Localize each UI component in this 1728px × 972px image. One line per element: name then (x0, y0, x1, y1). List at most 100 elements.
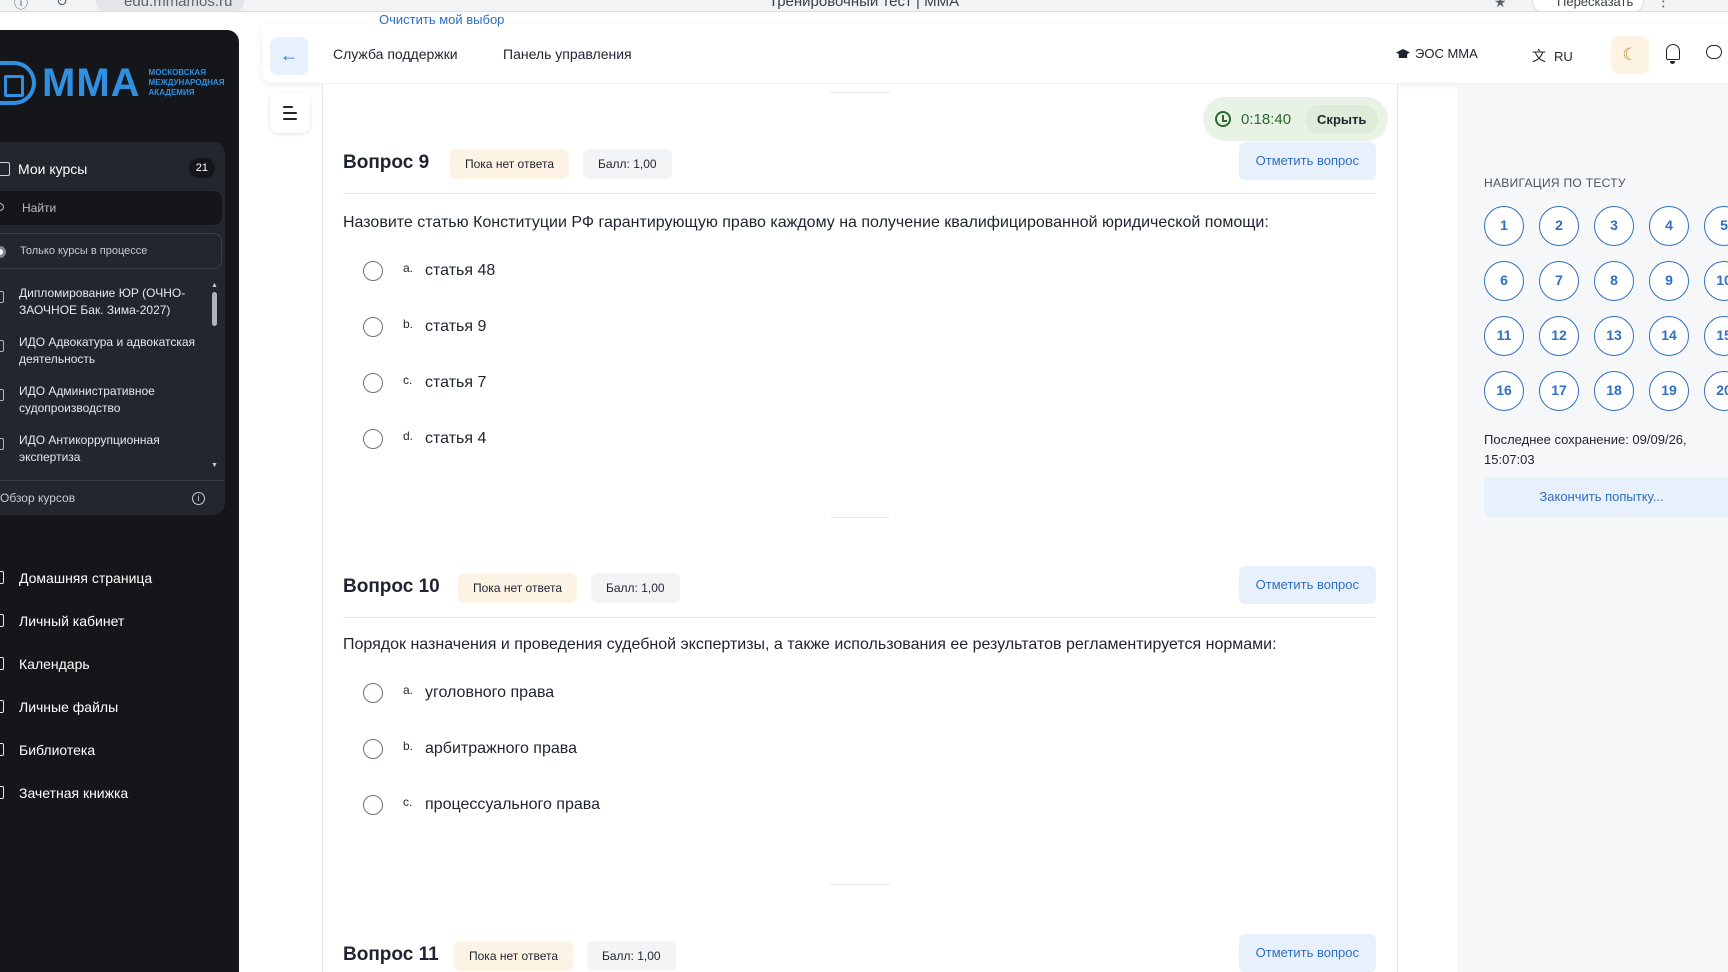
file-icon (0, 700, 4, 713)
radio-button[interactable] (363, 373, 383, 393)
in-progress-label: Только курсы в процессе (20, 245, 148, 257)
nav-item-home[interactable]: Домашняя страница (0, 556, 239, 599)
chat-icon[interactable] (1706, 45, 1722, 59)
divider (830, 884, 890, 885)
eos-link[interactable]: ЭОС ММА (1396, 46, 1478, 61)
radio-button[interactable] (363, 739, 383, 759)
question-header: Вопрос 10 Пока нет ответа Балл: 1,00 Отм… (343, 566, 1376, 618)
retell-button[interactable]: Пересказать (1532, 0, 1645, 11)
flag-question-button[interactable]: Отметить вопрос (1238, 566, 1376, 604)
question-nav-button[interactable]: 15 (1704, 316, 1728, 356)
test-navigation-panel: НАВИГАЦИЯ ПО ТЕСТУ 1 2 3 4 5 6 7 8 9 10 11 12 13 14 15… (1457, 84, 1728, 972)
course-list-scrollbar[interactable] (212, 292, 217, 326)
question-nav-button[interactable]: 2 (1539, 206, 1579, 246)
hide-timer-button[interactable]: Скрыть (1305, 104, 1379, 134)
toggle-icon[interactable] (0, 246, 6, 258)
question-nav-button[interactable]: 4 (1649, 206, 1689, 246)
question-nav-button[interactable]: 10 (1704, 261, 1728, 301)
finish-attempt-button[interactable]: Закончить попытку... (1484, 477, 1728, 517)
drawer-toggle-button[interactable] (270, 93, 310, 133)
question-nav-button[interactable]: 3 (1594, 206, 1634, 246)
last-save-text: Последнее сохранение: 09/09/26, 15:07:03 (1484, 432, 1687, 467)
list-item[interactable]: Дипломирование ЮР (ОЧНО-ЗАОЧНОЕ Бак. Зим… (0, 279, 222, 328)
list-item[interactable]: ИДО Антикоррупционная экспертиза (0, 426, 222, 475)
flag-question-button[interactable]: Отметить вопрос (1238, 142, 1376, 180)
answer-option-b[interactable]: b. арбитражного права (363, 736, 577, 762)
course-list: Дипломирование ЮР (ОЧНО-ЗАОЧНОЕ Бак. Зим… (0, 279, 222, 479)
info-icon[interactable]: i (192, 492, 205, 505)
language-selector[interactable]: 文 RU (1532, 46, 1573, 66)
gradebook-icon (0, 786, 4, 799)
more-menu-icon[interactable]: ⋮ (1656, 0, 1671, 10)
dashboard-link[interactable]: Панель управления (503, 46, 632, 62)
search-input[interactable] (22, 201, 222, 215)
answer-option-a[interactable]: a. уголовного права (363, 680, 554, 706)
my-courses-header[interactable]: Мои курсы 21 (0, 156, 225, 182)
tab-title: Тренировочный тест | ММА (768, 0, 960, 10)
course-icon (0, 340, 4, 352)
question-nav-button[interactable]: 20 (1704, 371, 1728, 411)
course-icon (0, 438, 4, 450)
radio-button[interactable] (363, 429, 383, 449)
question-score: Балл: 1,00 (583, 149, 672, 179)
scroll-up-icon[interactable]: ▲ (211, 282, 218, 289)
nav-item-library[interactable]: Библиотека (0, 728, 239, 771)
radio-button[interactable] (363, 317, 383, 337)
theme-toggle-button[interactable]: ☾ (1611, 36, 1649, 74)
question-score: Балл: 1,00 (587, 941, 676, 971)
question-nav-button[interactable]: 9 (1649, 261, 1689, 301)
flag-question-button[interactable]: Отметить вопрос (1238, 934, 1376, 972)
bell-icon[interactable] (1666, 44, 1680, 64)
scroll-down-icon[interactable]: ▼ (211, 462, 218, 469)
nav-item-profile[interactable]: Личный кабинет (0, 599, 239, 642)
timer-value: 0:18:40 (1241, 110, 1292, 128)
moon-icon: ☾ (1622, 45, 1638, 64)
course-icon (0, 389, 4, 401)
question-nav-button[interactable]: 14 (1649, 316, 1689, 356)
question-nav-button[interactable]: 12 (1539, 316, 1579, 356)
answer-option-d[interactable]: d. статья 4 (363, 426, 486, 452)
back-button[interactable]: ← (270, 37, 308, 75)
courses-panel: Мои курсы 21 Только курсы в процессе Дип… (0, 142, 225, 515)
question-11: Вопрос 11 Пока нет ответа Балл: 1,00 Отм… (343, 934, 1376, 972)
question-nav-button[interactable]: 18 (1594, 371, 1634, 411)
list-item[interactable]: ИДО Адвокатура и адвокатская деятельност… (0, 328, 222, 377)
question-score: Балл: 1,00 (591, 573, 680, 603)
nav-item-files[interactable]: Личные файлы (0, 685, 239, 728)
question-nav-button[interactable]: 5 (1704, 206, 1728, 246)
answer-option-b[interactable]: b. статья 9 (363, 314, 486, 340)
question-nav-button[interactable]: 7 (1539, 261, 1579, 301)
question-10: Вопрос 10 Пока нет ответа Балл: 1,00 Отм… (343, 566, 1376, 815)
question-text: Назовите статью Конституции РФ гарантиру… (343, 214, 1269, 231)
question-nav-button[interactable]: 19 (1649, 371, 1689, 411)
list-item[interactable]: ИДО Административное судопроизводство (0, 377, 222, 426)
question-header: Вопрос 9 Пока нет ответа Балл: 1,00 Отме… (343, 142, 1376, 194)
nav-item-calendar[interactable]: Календарь (0, 642, 239, 685)
question-nav-button[interactable]: 16 (1484, 371, 1524, 411)
question-nav-button[interactable]: 13 (1594, 316, 1634, 356)
answer-option-a[interactable]: a. статья 48 (363, 258, 495, 284)
logo[interactable]: ММА МОСКОВСКАЯ МЕЖДУНАРОДНАЯ АКАДЕМИЯ (0, 60, 229, 106)
clear-choice-link[interactable]: Очистить мой выбор (379, 12, 504, 27)
browse-courses[interactable]: Обзор курсов i (0, 480, 225, 515)
browser-toolbar: ⓘ ↻ edu.mmamos.ru Тренировочный тест | М… (0, 0, 1728, 12)
search-icon (0, 203, 4, 211)
nav-item-gradebook[interactable]: Зачетная книжка (0, 771, 239, 814)
radio-button[interactable] (363, 683, 383, 703)
radio-button[interactable] (363, 795, 383, 815)
menu-icon (283, 106, 293, 108)
support-link[interactable]: Служба поддержки (333, 46, 458, 62)
question-nav-button[interactable]: 1 (1484, 206, 1524, 246)
question-nav-button[interactable]: 17 (1539, 371, 1579, 411)
question-nav-button[interactable]: 8 (1594, 261, 1634, 301)
in-progress-filter[interactable]: Только курсы в процессе (0, 233, 222, 269)
question-nav-button[interactable]: 6 (1484, 261, 1524, 301)
radio-button[interactable] (363, 261, 383, 281)
question-nav-button[interactable]: 11 (1484, 316, 1524, 356)
bookmark-icon[interactable]: ★ (1494, 0, 1507, 11)
answer-option-c[interactable]: c. процессуального права (363, 792, 600, 818)
globe-logo-icon (0, 61, 36, 105)
clock-icon (1215, 111, 1231, 127)
my-courses-label: Мои курсы (18, 161, 88, 177)
answer-option-c[interactable]: c. статья 7 (363, 370, 486, 396)
